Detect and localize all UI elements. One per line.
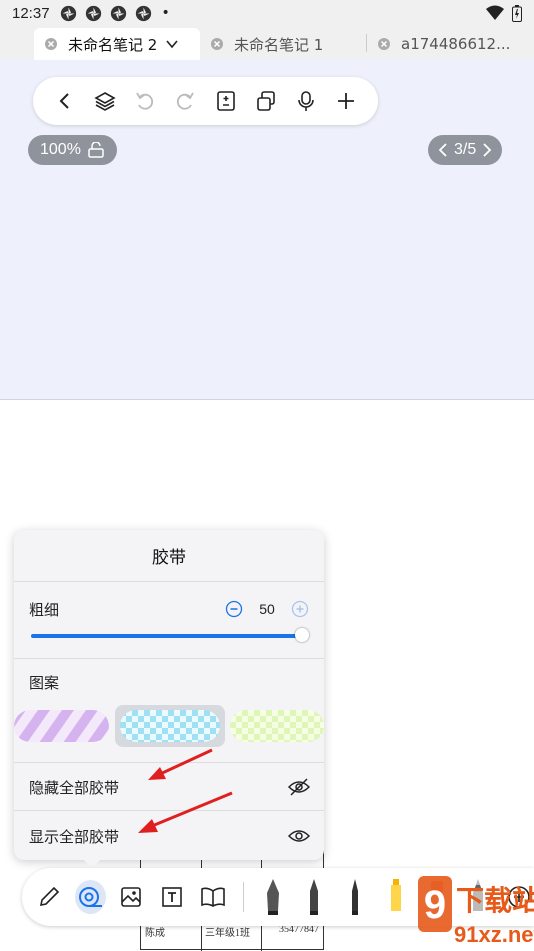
- battery-icon: [512, 4, 522, 22]
- thickness-label: 粗细: [29, 601, 60, 619]
- divider: [14, 658, 324, 659]
- text-tool-button[interactable]: [157, 880, 188, 914]
- copy-icon: [256, 91, 275, 111]
- table-cell: 三年级1班: [205, 928, 250, 939]
- fan-notification-icon: [60, 5, 76, 21]
- svg-text:9: 9: [424, 883, 446, 927]
- table-cell: 陈成: [145, 928, 165, 939]
- redo-button[interactable]: [173, 89, 197, 113]
- redo-icon: [177, 92, 195, 110]
- back-button[interactable]: [53, 89, 77, 113]
- zoom-level: 100%: [40, 141, 81, 158]
- fountain-pen-button[interactable]: [258, 879, 289, 915]
- decrease-icon[interactable]: [225, 600, 243, 618]
- download-site-watermark-logo: 9 下载站 91xz.net: [418, 876, 534, 947]
- svg-text:下载站: 下载站: [456, 884, 534, 917]
- image-tool-button[interactable]: [116, 880, 147, 914]
- highlighter-icon: [390, 879, 401, 911]
- floating-toolbar: [33, 77, 378, 125]
- tape-pattern-green-checker[interactable]: [230, 710, 324, 742]
- undo-button[interactable]: [133, 89, 157, 113]
- prev-page-icon[interactable]: [436, 142, 450, 158]
- bar-divider: [242, 882, 244, 912]
- red-arrow-annotation: [138, 791, 233, 833]
- fan-notification-icon: [135, 5, 151, 21]
- slider-handle[interactable]: [295, 628, 309, 642]
- layers-button[interactable]: [93, 89, 117, 113]
- chevron-left-icon: [59, 93, 69, 109]
- tape-icon: [79, 887, 103, 907]
- tab-note-2[interactable]: 未命名笔记 2: [34, 28, 200, 60]
- tab-label: 未命名笔记 1: [234, 35, 324, 54]
- tape-pattern-blue-checker[interactable]: [120, 710, 220, 742]
- fountain-pen-icon: [266, 879, 279, 915]
- text-box-icon: [162, 887, 183, 907]
- show-all-tape-item[interactable]: 显示全部胶带: [29, 826, 119, 847]
- ballpoint-pen-button[interactable]: [339, 879, 370, 915]
- unlock-icon: [88, 142, 104, 158]
- tab-label: 未命名笔记 2: [68, 35, 158, 54]
- next-page-icon[interactable]: [480, 142, 494, 158]
- page-manage-button[interactable]: [214, 89, 238, 113]
- wifi-icon: [486, 5, 504, 20]
- highlighter-button[interactable]: [380, 879, 411, 914]
- close-tab-icon[interactable]: [210, 37, 224, 51]
- book-tool-button[interactable]: [198, 880, 229, 914]
- tape-tool-button[interactable]: [74, 880, 106, 914]
- panel-caret: [82, 858, 102, 868]
- tab-label: a174486612...: [401, 35, 511, 53]
- book-icon: [201, 887, 225, 907]
- image-icon: [121, 887, 142, 907]
- status-bar: 12:37 •: [0, 0, 534, 26]
- chevron-down-icon[interactable]: [165, 37, 179, 51]
- status-time: 12:37: [12, 4, 50, 22]
- marker-pen-button[interactable]: [298, 879, 329, 915]
- pattern-label: 图案: [29, 674, 60, 692]
- undo-icon: [136, 92, 154, 110]
- thickness-slider[interactable]: [31, 634, 301, 638]
- plus-icon: [337, 93, 354, 109]
- tape-pattern-purple-stripes[interactable]: [14, 710, 109, 742]
- zoom-lock-pill[interactable]: 100%: [28, 135, 117, 165]
- eye-icon[interactable]: [288, 826, 310, 846]
- pencil-icon: [40, 886, 60, 907]
- add-button[interactable]: [334, 89, 358, 113]
- increase-icon[interactable]: [291, 600, 309, 618]
- close-tab-icon[interactable]: [44, 37, 58, 51]
- panel-title: 胶带: [14, 530, 324, 582]
- layers-icon: [94, 92, 116, 111]
- page-indicator-pill: 3/5: [428, 135, 503, 165]
- thickness-stepper: 50: [225, 600, 309, 618]
- mic-icon: [298, 91, 314, 111]
- status-dot: •: [161, 5, 170, 21]
- eye-off-icon[interactable]: [288, 777, 310, 797]
- fan-notification-icon: [110, 5, 126, 21]
- fan-notification-icon: [85, 5, 101, 21]
- red-arrow-annotation: [148, 748, 213, 780]
- ballpoint-pen-icon: [351, 879, 358, 915]
- tab-note-1[interactable]: 未命名笔记 1: [200, 28, 366, 60]
- tab-bar: 未命名笔记 2 未命名笔记 1 a174486612...: [0, 26, 534, 60]
- copy-button[interactable]: [254, 89, 278, 113]
- close-tab-icon[interactable]: [377, 37, 391, 51]
- pen-tool-button[interactable]: [34, 880, 65, 914]
- thickness-value: 50: [259, 601, 275, 617]
- svg-text:91xz.net: 91xz.net: [454, 922, 534, 947]
- marker-pen-icon: [309, 879, 318, 915]
- tab-pdf[interactable]: a174486612...: [367, 28, 534, 60]
- hide-all-tape-item[interactable]: 隐藏全部胶带: [29, 777, 119, 798]
- page-icon: [216, 91, 235, 111]
- page-indicator: 3/5: [454, 141, 477, 158]
- record-button[interactable]: [294, 89, 318, 113]
